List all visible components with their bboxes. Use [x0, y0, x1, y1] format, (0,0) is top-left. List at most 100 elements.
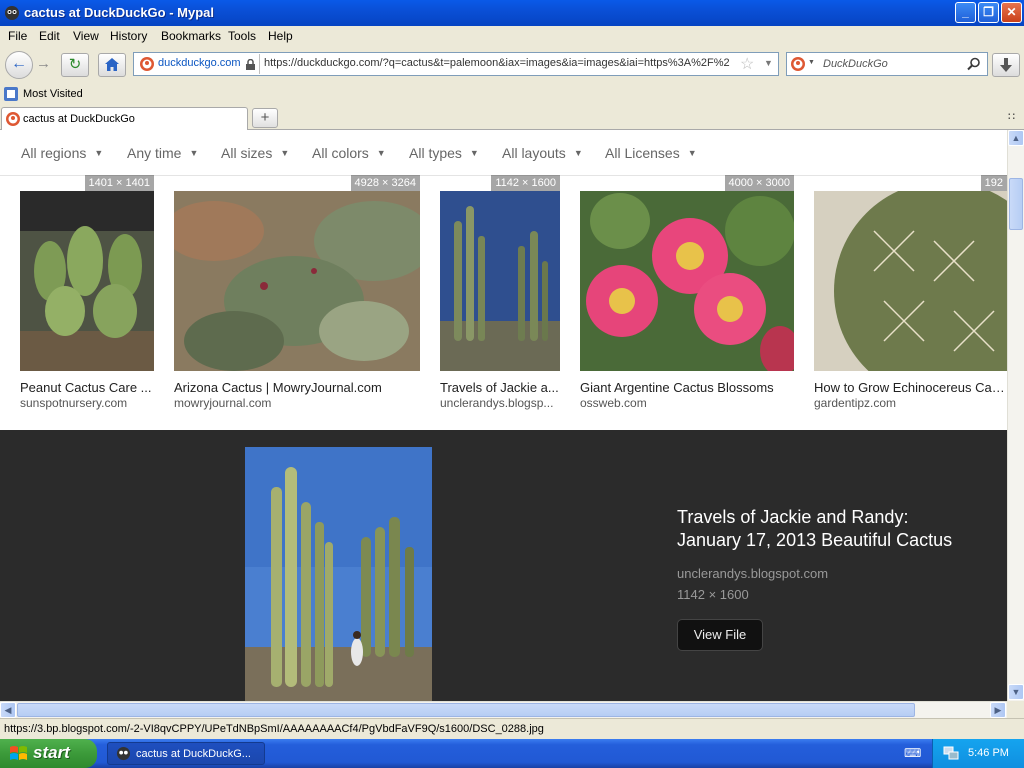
filter-time[interactable]: Any time ▼	[127, 145, 198, 161]
chevron-down-icon: ▼	[687, 148, 697, 158]
search-box[interactable]: ▼ DuckDuckGo	[786, 52, 988, 76]
scroll-right-button[interactable]: ▶	[990, 702, 1006, 718]
page-content: All regions ▼ Any time ▼ All sizes ▼ All co…	[0, 130, 1007, 701]
detail-dimensions: 1142 × 1600	[677, 587, 749, 602]
windows-taskbar: start cactus at DuckDuckG... ⌨ 5:46 PM	[0, 739, 1024, 768]
chevron-down-icon: ▼	[280, 148, 290, 158]
taskbar-window-button[interactable]: cactus at DuckDuckG...	[107, 742, 265, 765]
result-caption[interactable]: Giant Argentine Cactus Blossoms	[580, 380, 794, 395]
menu-file[interactable]: File	[8, 29, 27, 43]
bookmark-most-visited[interactable]: Most Visited	[23, 88, 83, 100]
cactus-thumbnail-image	[174, 191, 420, 371]
menu-history[interactable]: History	[110, 29, 147, 43]
network-icon[interactable]	[943, 746, 959, 761]
bookmark-star-icon[interactable]: ☆	[740, 54, 754, 74]
tab-grid-icon[interactable]: ∷	[1008, 110, 1015, 123]
filter-colors[interactable]: All colors ▼	[312, 145, 386, 161]
detail-source-site[interactable]: unclerandys.blogspot.com	[677, 566, 828, 581]
url-dropdown-icon[interactable]: ▼	[764, 58, 773, 68]
keyboard-icon[interactable]: ⌨	[904, 746, 921, 760]
result-thumbnail[interactable]	[20, 191, 154, 371]
minimize-button[interactable]: _	[955, 2, 976, 23]
tab-bar: cactus at DuckDuckGo + ∷	[0, 106, 1024, 130]
vertical-scrollbar[interactable]: ▲ ▼	[1007, 130, 1024, 701]
result-source: mowryjournal.com	[174, 396, 272, 410]
filter-label: All colors	[312, 145, 369, 161]
filter-types[interactable]: All types ▼	[409, 145, 479, 161]
status-bar: https://3.bp.blogspot.com/-2-VI8qvCPPY/U…	[0, 718, 1024, 739]
result-thumbnail[interactable]	[440, 191, 560, 371]
taskbar-window-label: cactus at DuckDuckG...	[136, 748, 251, 760]
maximize-button[interactable]: ❐	[978, 2, 999, 23]
identity-domain: duckduckgo.com	[158, 57, 241, 69]
filter-label: All types	[409, 145, 462, 161]
download-arrow-icon	[1000, 58, 1012, 72]
vertical-scroll-thumb[interactable]	[1009, 178, 1023, 230]
reload-button[interactable]: ↻	[61, 53, 89, 77]
filter-licenses[interactable]: All Licenses ▼	[605, 145, 697, 161]
cactus-spines-thumbnail-image	[814, 191, 1007, 371]
mypal-app-icon	[116, 746, 131, 761]
result-caption[interactable]: Arizona Cactus | MowryJournal.com	[174, 380, 420, 395]
search-input[interactable]: DuckDuckGo	[823, 58, 888, 70]
start-label: start	[33, 743, 70, 762]
result-thumbnail[interactable]	[174, 191, 420, 371]
cactus-detail-image	[245, 447, 432, 701]
result-caption[interactable]: Peanut Cactus Care ...	[20, 380, 154, 395]
result-caption[interactable]: How to Grow Echinocereus Cactus	[814, 380, 1007, 395]
image-dimensions: 1142 × 1600	[491, 175, 560, 191]
chevron-down-icon: ▼	[94, 148, 104, 158]
most-visited-folder-icon	[4, 87, 18, 101]
menu-edit[interactable]: Edit	[39, 29, 60, 43]
window-title: cactus at DuckDuckGo - Mypal	[24, 5, 214, 20]
cactus-thumbnail-image	[440, 191, 560, 371]
menu-bar: File Edit View History Bookmarks Tools H…	[0, 26, 1024, 46]
tab-cactus-duckduckgo[interactable]: cactus at DuckDuckGo	[1, 107, 248, 130]
scroll-up-button[interactable]: ▲	[1008, 130, 1024, 146]
new-tab-button[interactable]: +	[252, 108, 278, 128]
back-button[interactable]: ←	[5, 51, 33, 79]
result-caption[interactable]: Travels of Jackie a...	[440, 380, 560, 395]
url-text[interactable]: https://duckduckgo.com/?q=cactus&t=palem…	[264, 57, 740, 69]
clock[interactable]: 5:46 PM	[968, 747, 1009, 759]
chevron-down-icon: ▼	[573, 148, 583, 158]
scroll-down-button[interactable]: ▼	[1008, 684, 1024, 700]
detail-title[interactable]: Travels of Jackie and Randy: January 17,…	[677, 506, 977, 552]
result-thumbnail[interactable]	[814, 191, 1007, 371]
filter-sizes[interactable]: All sizes ▼	[221, 145, 289, 161]
home-icon	[105, 58, 119, 71]
horizontal-scrollbar[interactable]: ◀ ▶	[0, 701, 1007, 718]
menu-view[interactable]: View	[73, 29, 99, 43]
chevron-down-icon: ▼	[189, 148, 199, 158]
cactus-thumbnail-image	[20, 191, 154, 371]
result-source: gardentipz.com	[814, 396, 897, 410]
result-source: ossweb.com	[580, 396, 647, 410]
filter-label: All sizes	[221, 145, 273, 161]
menu-bookmarks[interactable]: Bookmarks	[161, 29, 221, 43]
home-button[interactable]	[98, 53, 126, 77]
title-bar[interactable]: cactus at DuckDuckGo - Mypal _ ❐ ✕	[0, 0, 1024, 26]
view-file-button[interactable]: View File	[677, 619, 763, 651]
result-thumbnail[interactable]	[580, 191, 794, 371]
site-identity-button[interactable]: duckduckgo.com	[135, 54, 260, 74]
forward-button[interactable]: →	[36, 55, 51, 72]
filter-layouts[interactable]: All layouts ▼	[502, 145, 583, 161]
detail-image[interactable]	[245, 447, 432, 701]
menu-help[interactable]: Help	[268, 29, 293, 43]
url-bar[interactable]: duckduckgo.com https://duckduckgo.com/?q…	[133, 52, 779, 76]
search-engine-icon[interactable]	[791, 57, 805, 71]
scroll-left-button[interactable]: ◀	[0, 702, 16, 718]
filter-regions[interactable]: All regions ▼	[21, 145, 103, 161]
back-arrow-icon: ←	[11, 55, 27, 72]
chevron-down-icon: ▼	[376, 148, 386, 158]
menu-tools[interactable]: Tools	[228, 29, 256, 43]
bookmarks-toolbar: Most Visited	[0, 84, 1024, 106]
close-button[interactable]: ✕	[1001, 2, 1022, 23]
forward-arrow-icon: →	[36, 55, 51, 72]
search-engine-dropdown-icon[interactable]: ▼	[808, 59, 815, 66]
horizontal-scroll-thumb[interactable]	[17, 703, 915, 717]
result-source: unclerandys.blogsp...	[440, 396, 554, 410]
start-button[interactable]: start	[0, 739, 97, 768]
search-icon[interactable]	[967, 57, 981, 71]
downloads-button[interactable]	[992, 53, 1020, 77]
